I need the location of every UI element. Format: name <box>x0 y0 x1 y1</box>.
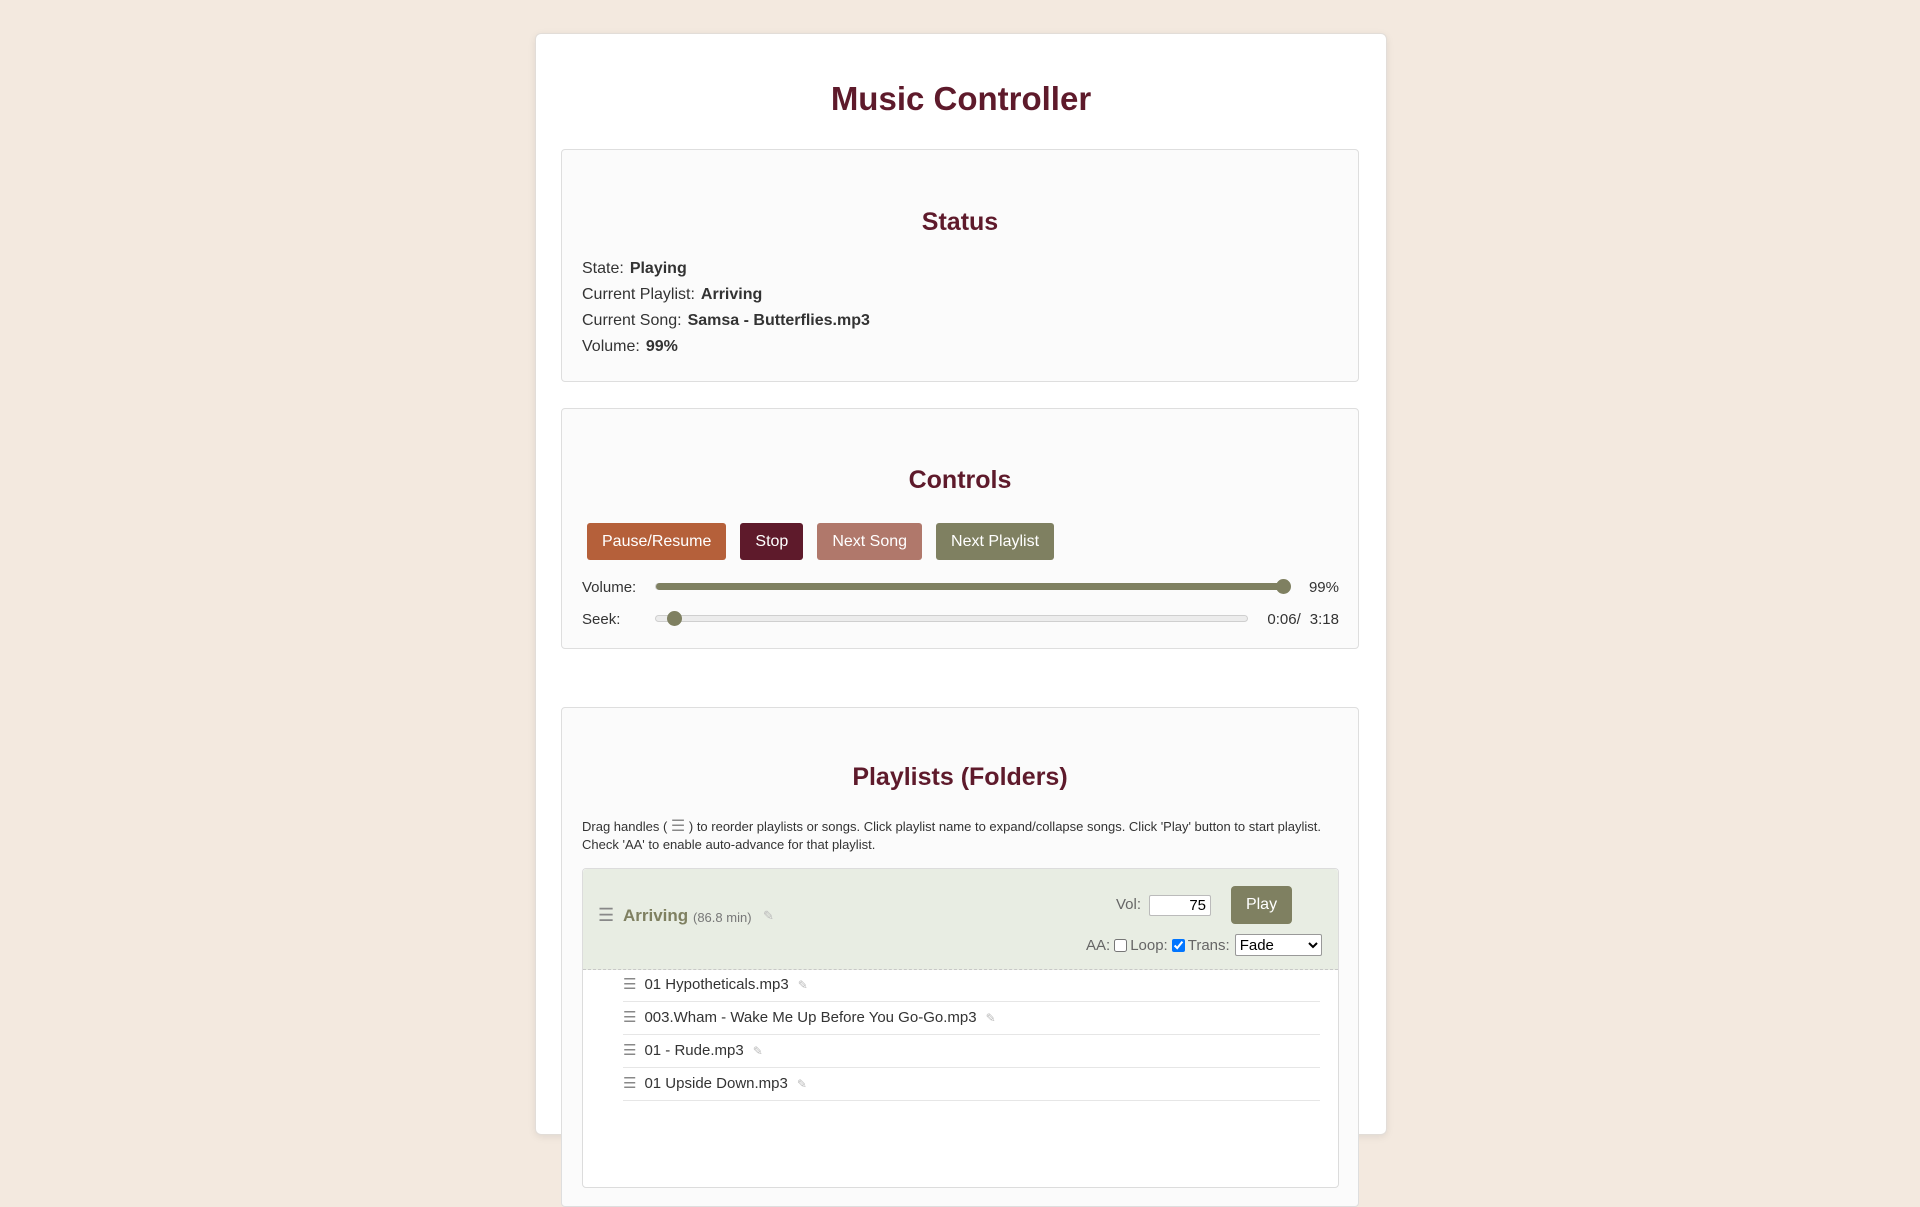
status-song-row: Current Song: Samsa - Butterflies.mp3 <box>582 308 870 334</box>
status-song-label: Current Song: <box>582 312 682 329</box>
next-playlist-button[interactable]: Next Playlist <box>936 523 1055 560</box>
pause-resume-button[interactable]: Pause/Resume <box>587 523 727 560</box>
song-edit-icon[interactable]: ✎ <box>753 1035 763 1067</box>
transition-label: Trans: <box>1187 936 1230 954</box>
status-volume-label: Volume: <box>582 338 640 355</box>
loop-label: Loop: <box>1130 936 1168 954</box>
playlists-section: Playlists (Folders) Drag handles ( ☰ ) t… <box>561 707 1359 1207</box>
transition-select[interactable]: Fade <box>1234 934 1322 956</box>
song-drag-handle-icon[interactable]: ☰ <box>623 1002 636 1034</box>
playlist-options: AA: Loop: Trans: Fade <box>1086 934 1322 956</box>
next-song-button[interactable]: Next Song <box>817 523 923 560</box>
song-name: 01 Hypotheticals.mp3 <box>644 976 789 993</box>
status-list: State: Playing Current Playlist: Arriving … <box>582 256 870 360</box>
song-name: 003.Wham - Wake Me Up Before You Go-Go.m… <box>644 1009 977 1026</box>
status-volume-value: 99% <box>645 338 678 355</box>
controls-heading: Controls <box>908 466 1012 494</box>
playlists-instructions: Drag handles ( ☰ ) to reorder playlists … <box>582 818 1338 854</box>
playlist-card: ☰ Arriving (86.8 min) ✎ Vol: Play AA: Lo… <box>582 868 1339 1188</box>
volume-slider-thumb[interactable] <box>1275 579 1291 594</box>
song-drag-handle-icon[interactable]: ☰ <box>623 969 636 1001</box>
app-container: Music Controller Status State: Playing Cu… <box>535 33 1387 1207</box>
status-playlist-value: Arriving <box>700 286 763 303</box>
playlist-name[interactable]: Arriving <box>623 906 688 926</box>
auto-advance-label: AA: <box>1086 936 1111 954</box>
status-song-value: Samsa - Butterflies.mp3 <box>687 312 870 329</box>
song-list: ☰ 01 Hypotheticals.mp3 ✎ ☰ 003.Wham - Wake M… <box>623 969 1320 1101</box>
volume-label: Volume: <box>582 579 637 596</box>
seek-time: 0:06/3:18 <box>1258 611 1339 628</box>
status-heading: Status <box>921 208 999 236</box>
volume-value: 99% <box>1308 579 1339 596</box>
song-item[interactable]: ☰ 01 Hypotheticals.mp3 ✎ <box>623 969 1320 1002</box>
playlist-header: ☰ Arriving (86.8 min) ✎ Vol: Play AA: Lo… <box>583 869 1338 970</box>
seek-label: Seek: <box>582 611 621 628</box>
song-item[interactable]: ☰ 01 Upside Down.mp3 ✎ <box>623 1068 1320 1101</box>
seek-current-time: 0:06/ <box>1267 611 1301 628</box>
song-name: 01 - Rude.mp3 <box>644 1042 744 1059</box>
seek-total-time: 3:18 <box>1309 611 1339 628</box>
volume-row: Volume: 99% <box>582 577 1339 597</box>
status-playlist-row: Current Playlist: Arriving <box>582 282 870 308</box>
playlist-volume-label: Vol: <box>1116 896 1142 913</box>
status-state-row: State: Playing <box>582 256 870 282</box>
status-playlist-label: Current Playlist: <box>582 286 695 303</box>
song-name: 01 Upside Down.mp3 <box>644 1075 788 1092</box>
song-edit-icon[interactable]: ✎ <box>986 1002 996 1034</box>
song-item[interactable]: ☰ 003.Wham - Wake Me Up Before You Go-Go.… <box>623 1002 1320 1035</box>
stop-button[interactable]: Stop <box>740 523 804 560</box>
playlist-edit-icon[interactable]: ✎ <box>763 908 774 924</box>
playlist-duration: (86.8 min) <box>693 910 752 925</box>
drag-handle-icon: ☰ <box>670 818 686 835</box>
status-state-label: State: <box>582 260 624 277</box>
seek-slider-thumb[interactable] <box>666 611 682 626</box>
auto-advance-checkbox[interactable] <box>1114 938 1128 952</box>
status-section: Status State: Playing Current Playlist: Ar… <box>561 149 1359 382</box>
status-state-value: Playing <box>629 260 687 277</box>
status-volume-row: Volume: 99% <box>582 334 870 360</box>
playlists-heading: Playlists (Folders) <box>852 763 1068 791</box>
instructions-text-start: Drag handles ( <box>582 819 668 834</box>
instructions-text-end: ) to reorder playlists or songs. Click p… <box>582 819 1322 852</box>
loop-checkbox[interactable] <box>1171 938 1185 952</box>
playlist-drag-handle-icon[interactable]: ☰ <box>598 905 614 926</box>
playlist-play-button[interactable]: Play <box>1231 886 1292 924</box>
control-buttons: Pause/Resume Stop Next Song Next Playlis… <box>587 523 1068 560</box>
volume-slider-fill <box>656 583 1283 590</box>
playlist-volume-input[interactable] <box>1149 895 1211 916</box>
page-title: Music Controller <box>830 80 1092 117</box>
song-edit-icon[interactable]: ✎ <box>798 969 808 1001</box>
song-item[interactable]: ☰ 01 - Rude.mp3 ✎ <box>623 1035 1320 1068</box>
controls-section: Controls Pause/Resume Stop Next Song Nex… <box>561 408 1359 649</box>
seek-slider[interactable] <box>655 611 1248 626</box>
volume-slider[interactable] <box>655 579 1291 594</box>
song-drag-handle-icon[interactable]: ☰ <box>623 1068 636 1100</box>
seek-row: Seek: 0:06/3:18 <box>582 609 1339 629</box>
song-edit-icon[interactable]: ✎ <box>797 1068 807 1100</box>
song-drag-handle-icon[interactable]: ☰ <box>623 1035 636 1067</box>
